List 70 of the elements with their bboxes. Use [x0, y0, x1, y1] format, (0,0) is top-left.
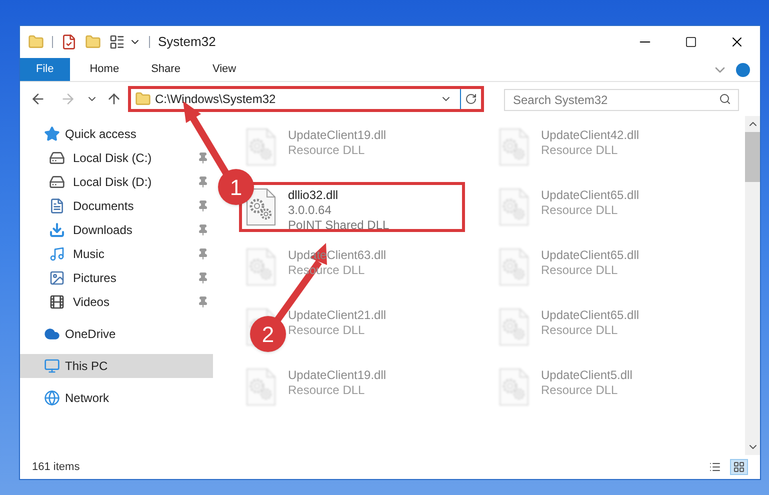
picture-icon: [49, 270, 65, 286]
file-name: UpdateClient21.dll: [288, 308, 386, 323]
file-name: dllio32.dll: [288, 188, 340, 203]
item-count: 161 items: [32, 460, 80, 475]
pin-icon[interactable]: [197, 152, 209, 164]
download-icon: [49, 222, 65, 238]
sidebar-item[interactable]: Videos: [20, 290, 213, 314]
film-icon: [49, 294, 65, 310]
sidebar-item[interactable]: Music: [20, 242, 213, 266]
help-icon[interactable]: [736, 62, 750, 76]
pin-icon[interactable]: [197, 224, 209, 236]
star-icon: [44, 126, 60, 142]
pin-icon[interactable]: [197, 296, 209, 308]
scrollbar[interactable]: [745, 116, 760, 455]
file-name: UpdateClient42.dll: [541, 128, 640, 143]
file-name: UpdateClient19.dll: [288, 128, 386, 143]
search-icon[interactable]: [719, 93, 731, 105]
grid-icon: [733, 461, 745, 473]
sidebar-item[interactable]: Pictures: [20, 266, 213, 290]
monitor-icon: [44, 358, 60, 374]
file-detail: Resource DLL: [541, 383, 619, 398]
address-bar[interactable]: C:\Windows\System32: [128, 86, 484, 112]
file-detail: Resource DLL: [288, 143, 366, 158]
maximize-icon[interactable]: [685, 36, 697, 48]
ribbon-tab[interactable]: File: [20, 58, 70, 81]
file-name: UpdateClient65.dll: [541, 248, 640, 263]
ribbon-tab[interactable]: Home: [78, 58, 132, 81]
file-name: UpdateClient5.dll: [541, 368, 632, 383]
layout-icon[interactable]: [109, 34, 125, 50]
large-icons-view-button[interactable]: [730, 459, 748, 475]
sidebar-item[interactable]: Quick access: [20, 122, 213, 146]
drive-icon: [49, 150, 65, 166]
pin-icon[interactable]: [197, 200, 209, 212]
file-detail: Resource DLL: [541, 143, 619, 158]
file-name: UpdateClient65.dll: [541, 308, 640, 323]
up-button[interactable]: [106, 91, 122, 107]
file-detail: PoINT Shared DLL: [288, 218, 390, 233]
ribbon-tab[interactable]: Share: [139, 58, 192, 81]
file-name: UpdateClient19.dll: [288, 368, 386, 383]
sidebar-item[interactable]: Local Disk (C:): [20, 146, 213, 170]
file-detail: Resource DLL: [541, 203, 619, 218]
ribbon-tab[interactable]: View: [200, 58, 248, 81]
window-title: System32: [158, 33, 216, 52]
sidebar-item[interactable]: Downloads: [20, 218, 213, 242]
pin-icon[interactable]: [197, 272, 209, 284]
file-detail: Resource DLL: [541, 263, 619, 278]
file-name: UpdateClient65.dll: [541, 188, 640, 203]
drive-icon: [49, 174, 65, 190]
cloud-icon: [44, 326, 60, 342]
sidebar-item[interactable]: Documents: [20, 194, 213, 218]
refresh-icon[interactable]: [465, 93, 477, 105]
file-detail: Resource DLL: [288, 383, 366, 398]
music-note-icon: [49, 246, 65, 262]
pin-icon[interactable]: [197, 176, 209, 188]
document-icon: [49, 198, 65, 214]
folder-icon: [135, 91, 151, 107]
search-field[interactable]: Search System32: [504, 89, 739, 111]
address-path: C:\Windows\System32: [155, 91, 276, 108]
sidebar-item[interactable]: Network: [20, 386, 213, 410]
scroll-thumb[interactable]: [745, 132, 760, 182]
file-detail: Resource DLL: [288, 323, 366, 338]
properties-icon[interactable]: [61, 34, 77, 50]
globe-icon: [44, 390, 60, 406]
sidebar-item[interactable]: OneDrive: [20, 322, 213, 346]
file-detail: Resource DLL: [541, 323, 619, 338]
file-detail: 3.0.0.64: [288, 203, 332, 218]
pin-icon[interactable]: [197, 248, 209, 260]
sidebar-item[interactable]: Local Disk (D:): [20, 170, 213, 194]
back-button[interactable]: [30, 91, 46, 107]
sidebar-item[interactable]: This PC: [20, 354, 213, 378]
